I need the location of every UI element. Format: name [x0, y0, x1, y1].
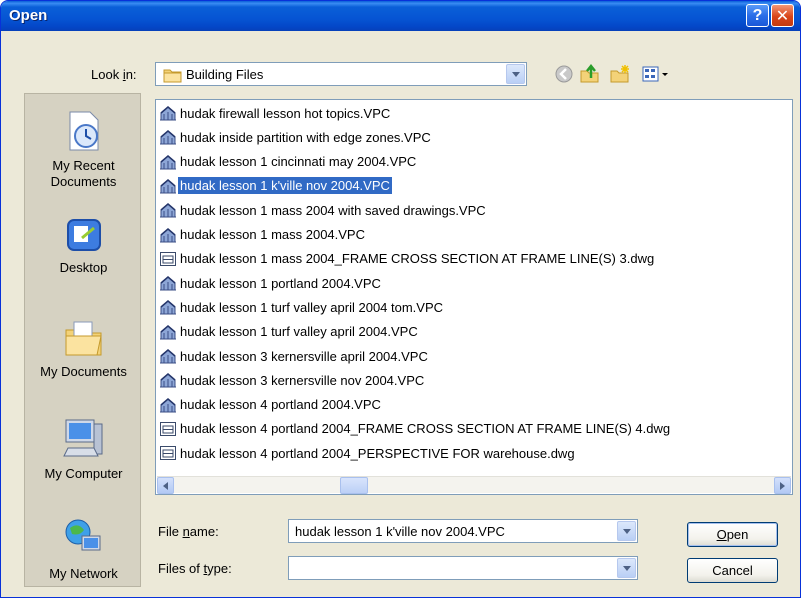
place-my-computer[interactable]: My Computer	[25, 416, 142, 482]
file-list-item[interactable]: hudak lesson 1 cincinnati may 2004.VPC	[159, 152, 418, 172]
recent-documents-icon	[69, 111, 98, 151]
back-icon[interactable]	[553, 64, 575, 84]
vpc-file-icon	[160, 106, 176, 121]
file-list-item[interactable]: hudak lesson 1 portland 2004.VPC	[159, 273, 383, 293]
chevron-down-icon	[622, 528, 631, 534]
files-of-type-label: Files of type:	[158, 561, 232, 576]
arrow-left-icon	[163, 481, 168, 490]
dwg-file-icon	[160, 421, 176, 436]
look-in-dropdown[interactable]: Building Files	[155, 62, 527, 86]
title-bar[interactable]: Open ? ✕	[1, 1, 800, 31]
file-name: hudak lesson 4 portland 2004_FRAME CROSS…	[180, 421, 671, 437]
scroll-left-button[interactable]	[157, 477, 174, 494]
horizontal-scrollbar[interactable]	[157, 476, 791, 494]
open-button[interactable]: Open	[687, 522, 778, 547]
file-name: hudak inside partition with edge zones.V…	[180, 129, 431, 145]
file-name: hudak lesson 3 kernersville nov 2004.VPC	[180, 372, 425, 388]
chevron-down-icon	[511, 71, 520, 77]
file-list-item[interactable]: hudak lesson 1 mass 2004_FRAME CROSS SEC…	[159, 249, 656, 269]
file-name: hudak lesson 1 mass 2004_FRAME CROSS SEC…	[180, 251, 655, 267]
scroll-thumb[interactable]	[340, 477, 368, 494]
chevron-down-icon	[622, 565, 631, 571]
folder-icon	[163, 69, 182, 83]
help-button[interactable]: ?	[746, 4, 769, 27]
new-folder-icon[interactable]	[609, 64, 631, 84]
place-my-recent-documents[interactable]: My Recent Documents	[25, 108, 142, 190]
my-network-icon	[65, 519, 100, 551]
file-name: hudak lesson 1 turf valley april 2004.VP…	[180, 324, 418, 340]
file-name: hudak lesson 4 portland 2004.VPC	[180, 397, 381, 413]
vpc-file-icon	[160, 154, 176, 170]
file-name: hudak lesson 1 mass 2004.VPC	[180, 227, 365, 242]
file-list-item[interactable]: hudak lesson 1 turf valley april 2004 to…	[159, 297, 445, 317]
place-desktop[interactable]: Desktop	[25, 216, 142, 276]
close-icon: ✕	[775, 7, 790, 25]
file-list[interactable]: hudak firewall lesson hot topics.VPC huda…	[155, 99, 793, 495]
my-computer-icon	[62, 419, 102, 457]
look-in-label: Look in:	[91, 67, 137, 82]
file-name: hudak lesson 1 mass 2004 with saved draw…	[180, 202, 486, 218]
dwg-file-icon	[160, 446, 176, 461]
file-list-item[interactable]: hudak lesson 4 portland 2004.VPC	[159, 395, 383, 415]
help-icon: ?	[752, 6, 763, 24]
place-my-network[interactable]: My Network	[25, 516, 142, 582]
places-bar: My Recent Documents Desktop My Documents	[24, 93, 141, 587]
file-name: hudak lesson 1 cincinnati may 2004.VPC	[180, 154, 417, 170]
files-of-type-dropdown-button[interactable]	[617, 558, 636, 578]
look-in-dropdown-button[interactable]	[506, 64, 525, 84]
cancel-button[interactable]: Cancel	[687, 558, 778, 583]
vpc-file-icon	[160, 300, 176, 315]
file-list-item[interactable]: hudak lesson 3 kernersville april 2004.V…	[159, 346, 430, 366]
vpc-file-icon	[160, 397, 176, 413]
dialog-title: Open	[9, 7, 48, 24]
file-list-item[interactable]: hudak inside partition with edge zones.V…	[159, 127, 433, 147]
scroll-right-button[interactable]	[774, 477, 791, 494]
file-list-item[interactable]: hudak lesson 1 mass 2004 with saved draw…	[159, 200, 488, 220]
vpc-file-icon	[160, 203, 176, 218]
file-name-label: File name:	[158, 524, 219, 539]
files-of-type-dropdown[interactable]	[288, 556, 638, 580]
vpc-file-icon	[160, 178, 176, 194]
file-name-input[interactable]: hudak lesson 1 k'ville nov 2004.VPC	[288, 519, 638, 543]
file-list-item[interactable]: hudak lesson 1 turf valley april 2004.VP…	[159, 322, 420, 342]
file-name: hudak lesson 1 portland 2004.VPC	[180, 275, 381, 291]
file-list-item[interactable]: hudak lesson 3 kernersville nov 2004.VPC	[159, 370, 426, 390]
desktop-icon	[66, 219, 101, 251]
vpc-file-icon	[160, 349, 176, 364]
view-menu-icon[interactable]	[641, 64, 671, 84]
file-name-value: hudak lesson 1 k'ville nov 2004.VPC	[295, 524, 505, 539]
open-dialog: Open ? ✕ Look in: Building Files My Rece…	[0, 0, 801, 598]
file-name-dropdown-button[interactable]	[617, 521, 636, 541]
file-list-item[interactable]: hudak lesson 1 mass 2004.VPC	[159, 225, 367, 245]
my-documents-icon	[65, 321, 102, 356]
vpc-file-icon	[160, 373, 176, 388]
file-list-item[interactable]: hudak firewall lesson hot topics.VPC	[159, 103, 392, 123]
close-button[interactable]: ✕	[771, 4, 794, 27]
file-list-item[interactable]: hudak lesson 4 portland 2004_PERSPECTIVE…	[159, 443, 577, 463]
vpc-file-icon	[160, 227, 176, 242]
place-my-documents[interactable]: My Documents	[25, 316, 142, 380]
dwg-file-icon	[160, 251, 176, 266]
arrow-right-icon	[780, 481, 785, 490]
vpc-file-icon	[160, 276, 176, 291]
look-in-value: Building Files	[186, 67, 264, 82]
vpc-file-icon	[160, 324, 176, 340]
vpc-file-icon	[160, 130, 176, 145]
file-list-item[interactable]: hudak lesson 4 portland 2004_FRAME CROSS…	[159, 419, 672, 439]
file-list-item[interactable]: hudak lesson 1 k'ville nov 2004.VPC	[159, 176, 393, 196]
file-name: hudak lesson 1 k'ville nov 2004.VPC	[177, 176, 393, 196]
file-name: hudak lesson 3 kernersville april 2004.V…	[180, 348, 428, 364]
file-name: hudak lesson 4 portland 2004_PERSPECTIVE…	[180, 445, 575, 461]
file-name: hudak firewall lesson hot topics.VPC	[180, 105, 391, 121]
file-name: hudak lesson 1 turf valley april 2004 to…	[180, 299, 444, 315]
up-folder-icon[interactable]	[579, 64, 601, 84]
